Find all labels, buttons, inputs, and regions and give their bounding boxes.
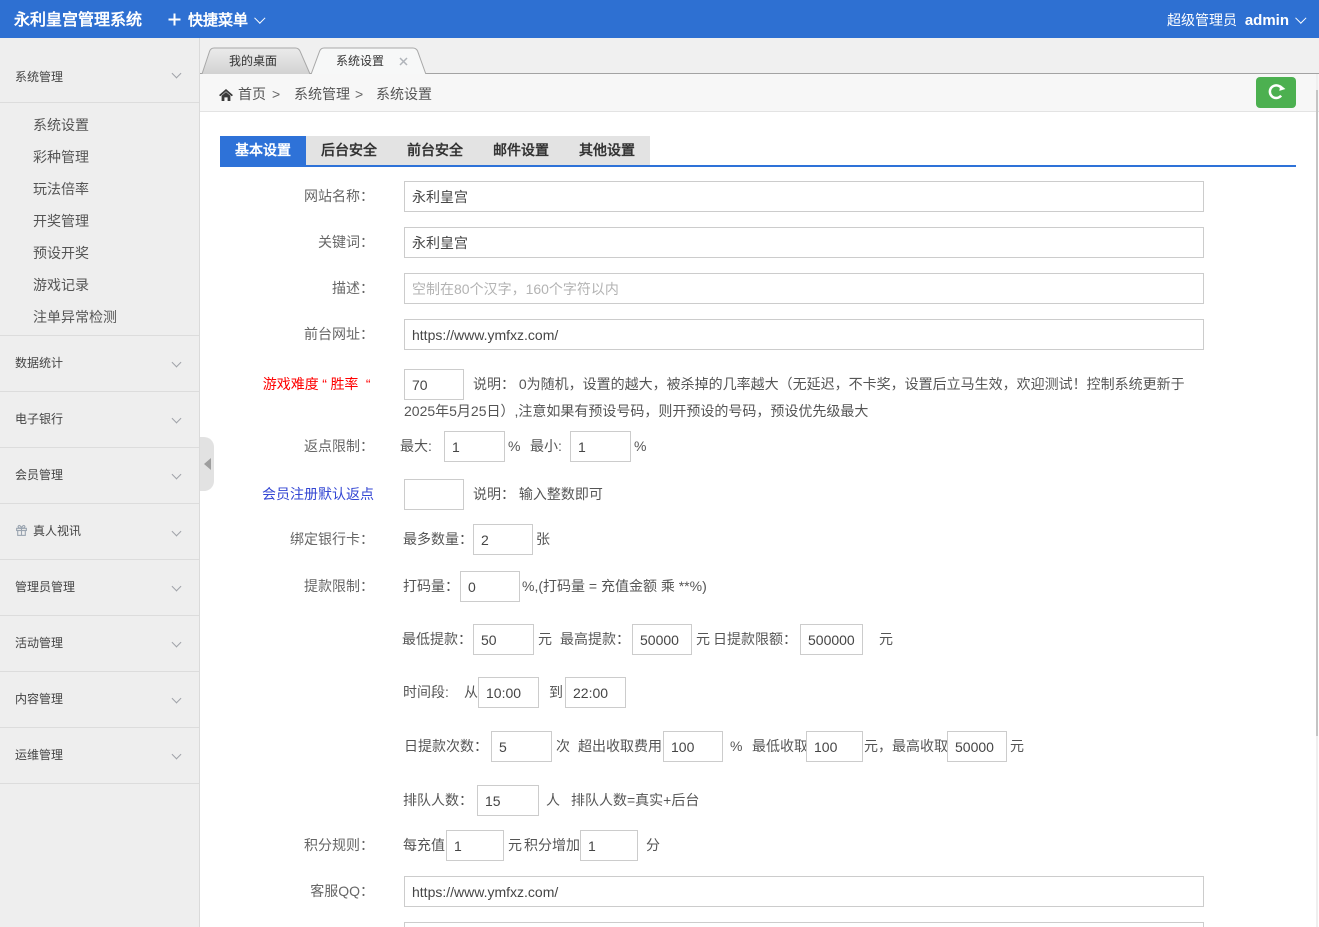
svg-text:我的桌面: 我的桌面 bbox=[229, 53, 277, 68]
svg-text:系统设置: 系统设置 bbox=[336, 54, 384, 68]
